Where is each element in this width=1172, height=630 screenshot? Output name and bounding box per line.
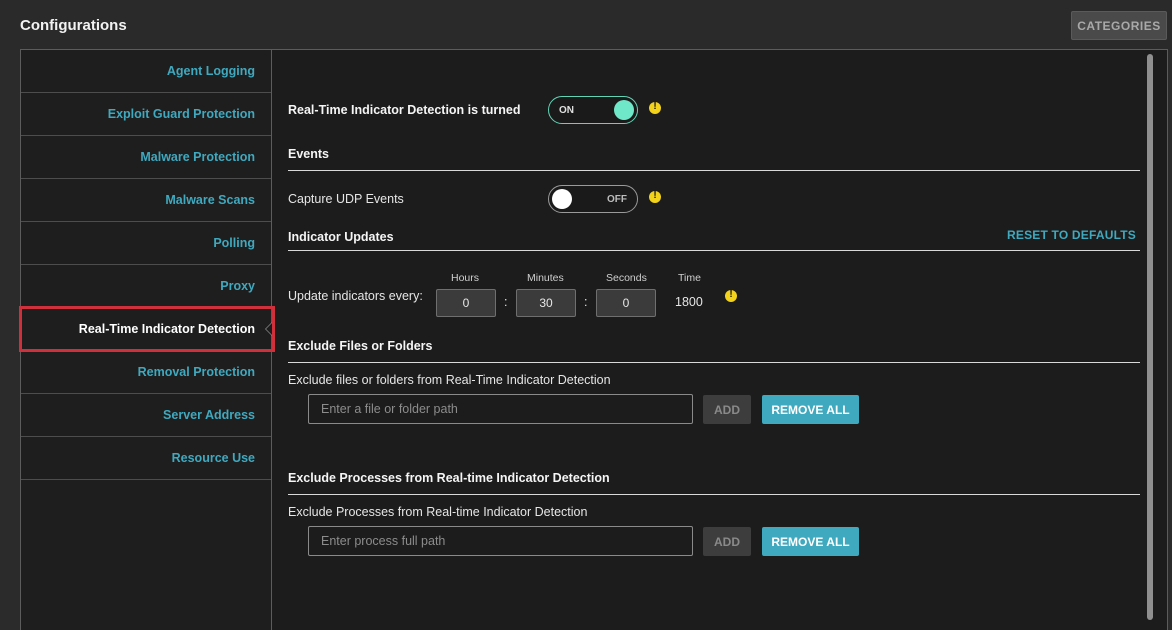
exclude-processes-heading: Exclude Processes from Real-time Indicat… [288, 471, 610, 485]
add-process-button[interactable]: ADD [703, 527, 751, 556]
sidebar-item-label: Removal Protection [137, 365, 255, 379]
capture-udp-label: Capture UDP Events [288, 192, 404, 206]
sidebar: Agent Logging Exploit Guard Protection M… [21, 50, 272, 630]
remove-all-files-button[interactable]: REMOVE ALL [762, 395, 859, 424]
minutes-input[interactable]: 30 [516, 289, 576, 317]
toggle-knob [552, 189, 572, 209]
rtid-label: Real-Time Indicator Detection is turned [288, 103, 521, 117]
sidebar-item-removal-protection[interactable]: Removal Protection [21, 351, 271, 394]
top-bar: Configurations CATEGORIES [0, 0, 1172, 50]
sidebar-item-server-address[interactable]: Server Address [21, 394, 271, 437]
add-file-button[interactable]: ADD [703, 395, 751, 424]
sidebar-item-exploit-guard-protection[interactable]: Exploit Guard Protection [21, 93, 271, 136]
exclude-processes-description: Exclude Processes from Real-time Indicat… [288, 505, 588, 519]
time-label: Time [678, 272, 701, 284]
warning-icon[interactable] [649, 101, 661, 114]
seconds-input[interactable]: 0 [596, 289, 656, 317]
rtid-toggle[interactable]: ON [548, 96, 638, 124]
hours-label: Hours [451, 272, 480, 284]
toggle-state-label: ON [559, 105, 574, 116]
toggle-knob [614, 100, 634, 120]
caret-left-icon [265, 322, 272, 336]
update-indicators-label: Update indicators every: [288, 289, 423, 303]
sidebar-item-label: Server Address [163, 408, 255, 422]
sidebar-item-label: Agent Logging [166, 64, 255, 78]
time-separator: : [504, 295, 508, 309]
remove-all-processes-button[interactable]: REMOVE ALL [762, 527, 859, 556]
sidebar-item-proxy[interactable]: Proxy [21, 265, 271, 308]
sidebar-item-label: Malware Scans [165, 193, 255, 207]
reset-to-defaults-link[interactable]: RESET TO DEFAULTS [1007, 228, 1136, 242]
section-divider [288, 494, 1140, 495]
categories-button[interactable]: CATEGORIES [1071, 11, 1167, 40]
sidebar-item-label: Resource Use [171, 451, 255, 465]
sidebar-item-label: Polling [213, 236, 255, 250]
process-path-input[interactable] [308, 526, 693, 556]
warning-icon[interactable] [725, 289, 737, 302]
warning-icon[interactable] [649, 190, 661, 203]
sidebar-item-label: Real-Time Indicator Detection [78, 322, 255, 336]
minutes-label: Minutes [527, 272, 564, 284]
sidebar-item-malware-protection[interactable]: Malware Protection [21, 136, 271, 179]
seconds-label: Seconds [606, 272, 647, 284]
file-path-input[interactable] [308, 394, 693, 424]
section-divider [288, 362, 1140, 363]
sidebar-item-label: Proxy [220, 279, 255, 293]
capture-udp-toggle[interactable]: OFF [548, 185, 638, 213]
hours-input[interactable]: 0 [436, 289, 496, 317]
config-panel: Agent Logging Exploit Guard Protection M… [19, 49, 1168, 630]
time-separator: : [584, 295, 588, 309]
section-divider [288, 170, 1140, 171]
toggle-state-label: OFF [607, 194, 627, 205]
sidebar-item-label: Malware Protection [140, 150, 255, 164]
sidebar-item-polling[interactable]: Polling [21, 222, 271, 265]
page-title: Configurations [20, 17, 127, 34]
exclude-files-heading: Exclude Files or Folders [288, 339, 433, 353]
indicator-updates-heading: Indicator Updates [288, 230, 394, 244]
sidebar-item-malware-scans[interactable]: Malware Scans [21, 179, 271, 222]
scrollbar[interactable] [1144, 50, 1156, 630]
events-heading: Events [288, 147, 329, 161]
time-total-value: 1800 [675, 295, 703, 309]
exclude-files-description: Exclude files or folders from Real-Time … [288, 373, 611, 387]
sidebar-item-real-time-indicator-detection[interactable]: Real-Time Indicator Detection [21, 308, 272, 351]
section-divider [288, 250, 1140, 251]
sidebar-item-resource-use[interactable]: Resource Use [21, 437, 271, 480]
settings-content: Real-Time Indicator Detection is turned … [272, 50, 1156, 630]
sidebar-item-label: Exploit Guard Protection [107, 107, 255, 121]
sidebar-item-agent-logging[interactable]: Agent Logging [21, 50, 271, 93]
scrollbar-thumb[interactable] [1147, 54, 1153, 620]
